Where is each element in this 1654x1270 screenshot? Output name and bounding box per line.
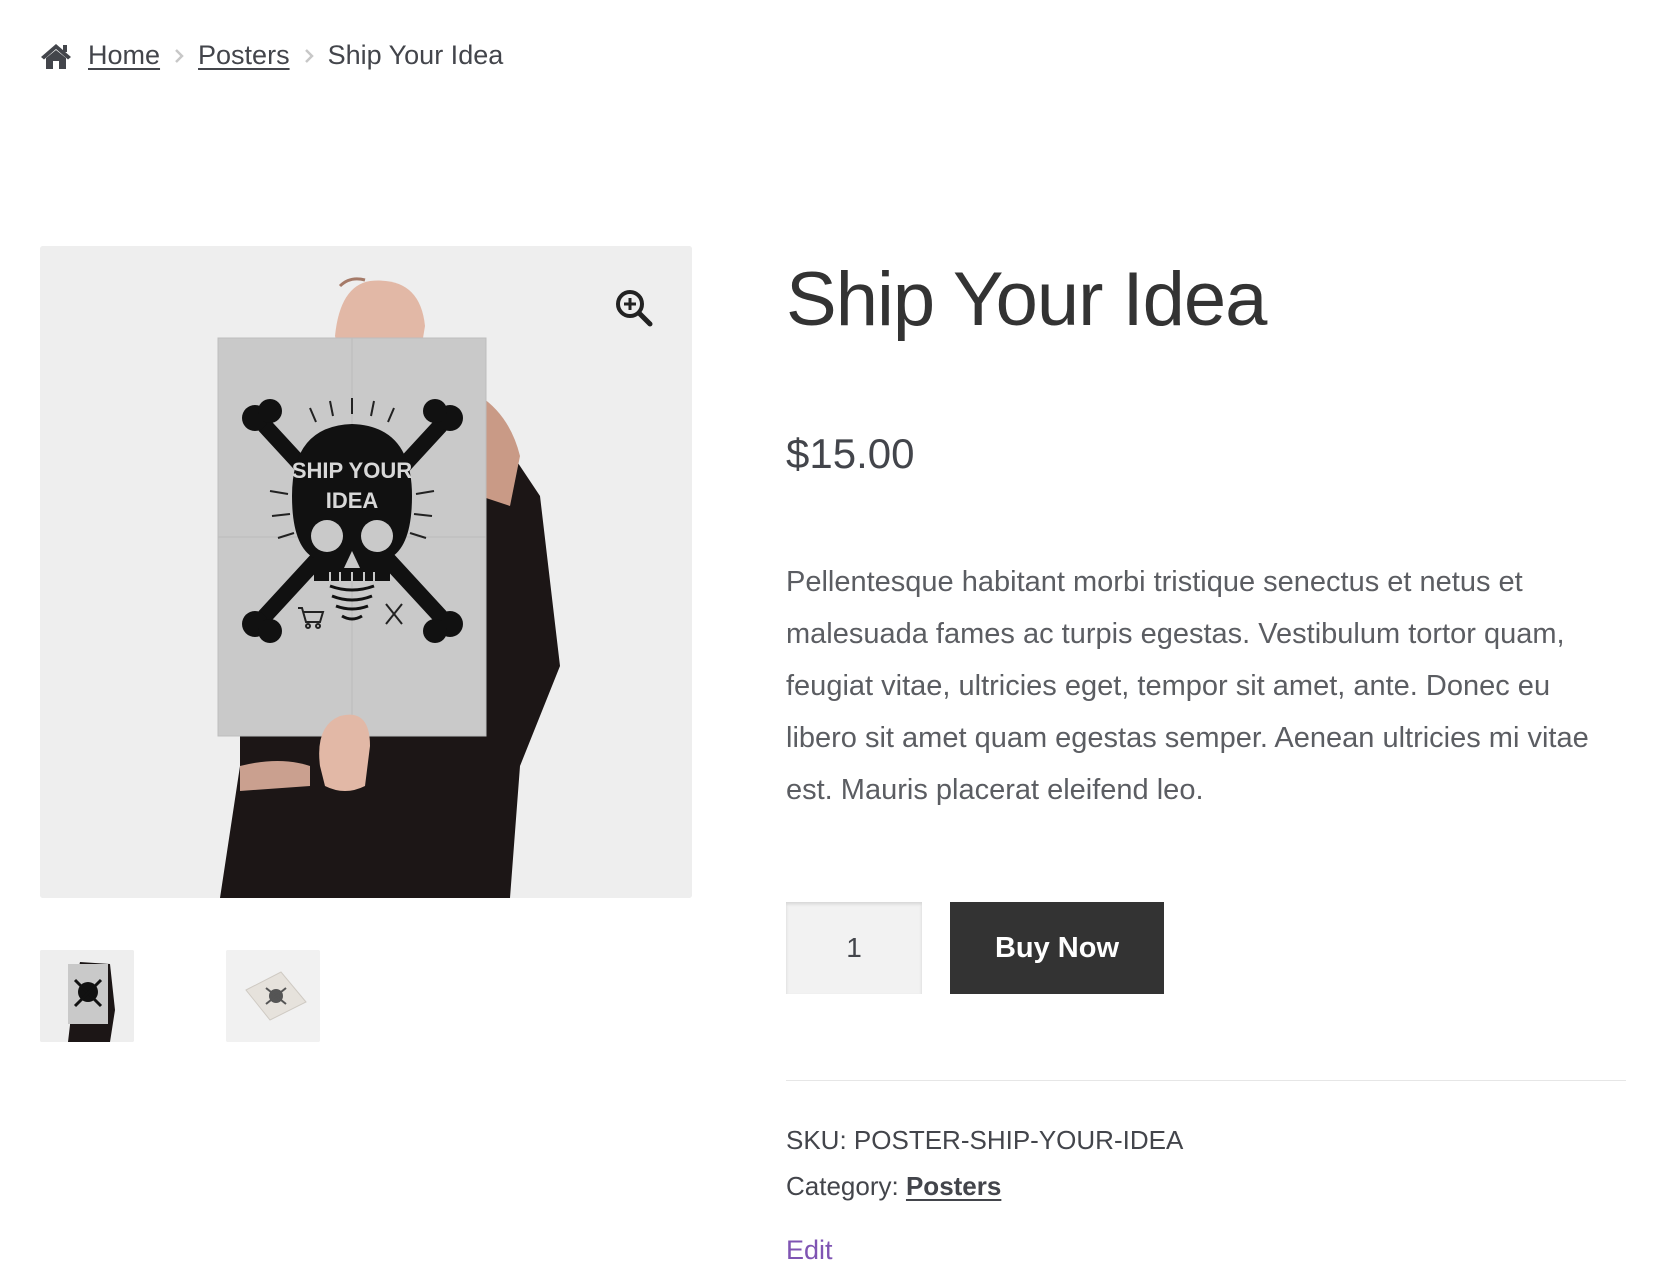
breadcrumb-current: Ship Your Idea <box>327 40 504 70</box>
product-description: Pellentesque habitant morbi tristique se… <box>786 566 1589 806</box>
category-label: Category: <box>786 1171 899 1201</box>
product-meta: SKU: POSTER-SHIP-YOUR-IDEA Category: Pos… <box>786 1117 1626 1209</box>
breadcrumb: Home Posters Ship Your Idea <box>40 40 503 71</box>
thumbnail-2[interactable] <box>226 950 320 1042</box>
poster-image: SHIP YOUR IDEA <box>40 246 692 898</box>
svg-text:IDEA: IDEA <box>326 488 379 513</box>
add-to-cart-form: Buy Now <box>786 902 1626 994</box>
sku-row: SKU: POSTER-SHIP-YOUR-IDEA <box>786 1117 1626 1163</box>
thumbnail-image-held <box>40 950 134 1042</box>
zoom-in-icon[interactable] <box>612 286 656 330</box>
chevron-right-icon <box>304 48 314 63</box>
product-title: Ship Your Idea <box>786 257 1267 342</box>
thumbnail-image-flat <box>226 950 320 1042</box>
sku-label: SKU: <box>786 1125 847 1155</box>
breadcrumb-posters-link[interactable]: Posters <box>198 40 290 71</box>
divider <box>786 1080 1626 1081</box>
category-link[interactable]: Posters <box>906 1171 1001 1201</box>
category-row: Category: Posters <box>786 1163 1626 1209</box>
product-price: $15.00 <box>786 430 915 477</box>
buy-now-button[interactable]: Buy Now <box>950 902 1164 994</box>
svg-text:SHIP YOUR: SHIP YOUR <box>292 458 412 483</box>
edit-link[interactable]: Edit <box>786 1235 833 1266</box>
quantity-input[interactable] <box>786 902 922 994</box>
home-icon[interactable] <box>40 42 72 70</box>
product-summary: Ship Your Idea $15.00 Pellentesque habit… <box>786 250 1626 1266</box>
thumbnail-1[interactable] <box>40 950 134 1042</box>
product-main-image[interactable]: SHIP YOUR IDEA <box>40 246 692 898</box>
breadcrumb-home-link[interactable]: Home <box>88 40 160 71</box>
chevron-right-icon <box>175 48 184 63</box>
sku-value: POSTER-SHIP-YOUR-IDEA <box>853 1125 1184 1155</box>
